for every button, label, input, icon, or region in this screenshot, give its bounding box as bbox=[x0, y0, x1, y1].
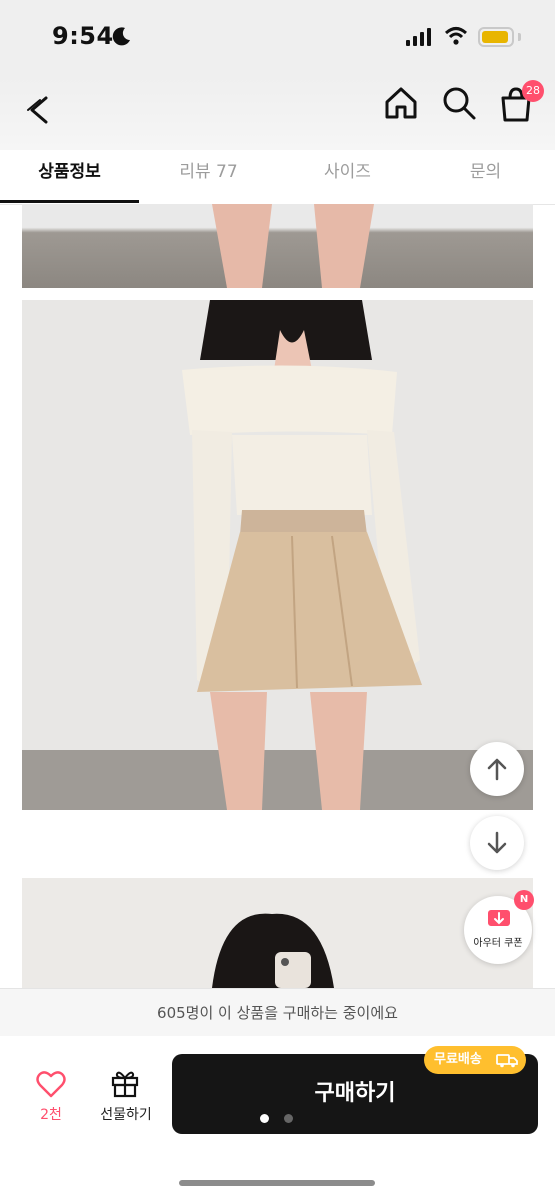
tab-inquiry[interactable]: 문의 bbox=[416, 150, 555, 204]
signal-icon bbox=[406, 28, 431, 46]
tab-size[interactable]: 사이즈 bbox=[278, 150, 417, 204]
tab-product-info[interactable]: 상품정보 bbox=[0, 150, 139, 204]
arrow-up-icon bbox=[487, 758, 507, 781]
truck-icon bbox=[496, 1054, 518, 1068]
pager-dot-active bbox=[260, 1114, 269, 1123]
arrow-down-icon bbox=[487, 831, 507, 854]
home-indicator bbox=[179, 1180, 375, 1186]
battery-tip bbox=[518, 33, 521, 41]
wifi-icon bbox=[444, 27, 468, 45]
scroll-top-button[interactable] bbox=[470, 742, 524, 796]
product-photo-legs bbox=[22, 204, 533, 288]
new-badge: N bbox=[514, 890, 534, 910]
back-icon[interactable] bbox=[20, 90, 60, 130]
like-count: 2천 bbox=[40, 1107, 62, 1123]
search-icon[interactable] bbox=[440, 84, 478, 122]
cart-count-badge: 28 bbox=[522, 80, 544, 102]
gift-icon[interactable] bbox=[110, 1068, 140, 1098]
moon-icon bbox=[112, 27, 130, 46]
product-photo-mirror-selfie bbox=[22, 878, 533, 988]
buying-now-banner: 605명이 이 상품을 구매하는 중이에요 bbox=[0, 988, 555, 1037]
scroll-bottom-button[interactable] bbox=[470, 816, 524, 870]
coupon-label: 아우터 쿠폰 bbox=[473, 938, 523, 949]
home-icon[interactable] bbox=[382, 84, 420, 122]
pager-dot bbox=[284, 1114, 293, 1123]
heart-icon[interactable] bbox=[36, 1070, 66, 1098]
gift-button-label[interactable]: 선물하기 bbox=[90, 1104, 162, 1124]
tab-reviews[interactable]: 리뷰 77 bbox=[139, 150, 278, 204]
free-shipping-badge: 무료배송 bbox=[424, 1046, 526, 1074]
product-photo-outfit bbox=[22, 300, 533, 810]
tab-active-indicator bbox=[0, 200, 139, 203]
status-time: 9:54 bbox=[52, 22, 114, 50]
tab-bar: 상품정보 리뷰 77 사이즈 문의 bbox=[0, 150, 555, 205]
battery-icon bbox=[478, 27, 514, 47]
free-shipping-label: 무료배송 bbox=[434, 1052, 482, 1067]
